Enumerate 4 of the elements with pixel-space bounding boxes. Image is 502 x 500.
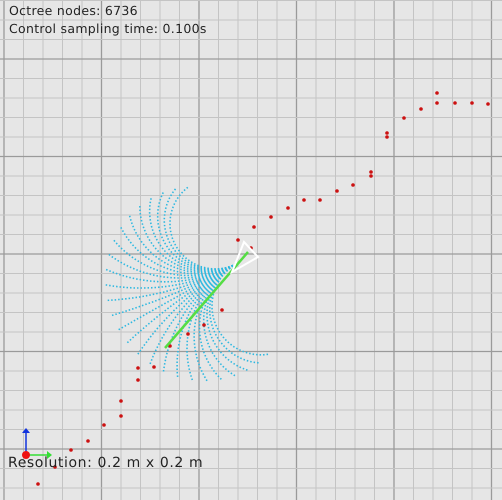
info-text: Control sampling time: 0.100s [9, 20, 207, 38]
robot-marker [230, 240, 260, 274]
info-text: Octree nodes: 6736 [9, 2, 139, 20]
resolution-label: Resolution: 0.2 m x 0.2 m [8, 454, 204, 473]
